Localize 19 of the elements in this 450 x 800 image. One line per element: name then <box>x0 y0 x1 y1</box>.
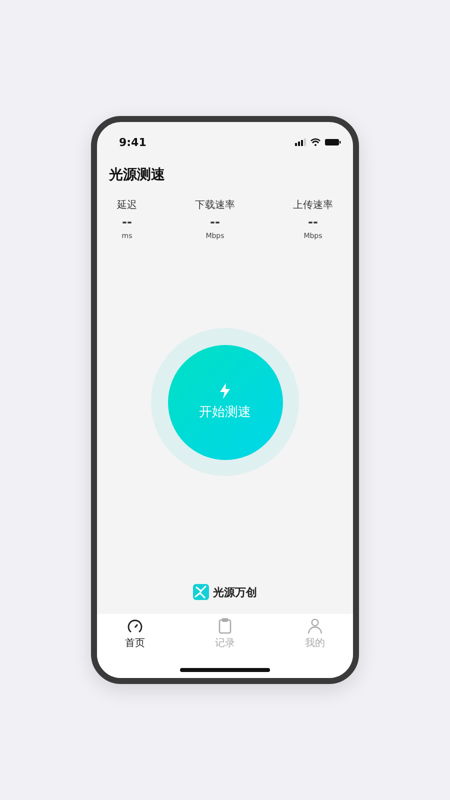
clipboard-icon <box>218 618 232 634</box>
app-title: 光源测速 <box>109 166 166 184</box>
brand-name: 光源万创 <box>213 584 257 600</box>
stat-label: 下载速率 <box>195 198 235 212</box>
start-test-button[interactable]: 开始测速 <box>168 344 282 460</box>
person-icon <box>307 618 323 634</box>
stat-value: -- <box>308 215 318 229</box>
status-time: 9:41 <box>119 136 146 148</box>
logo-icon <box>193 584 209 600</box>
speedometer-icon <box>127 618 143 634</box>
tab-item[interactable]: 我的 <box>305 618 325 650</box>
status-icons <box>295 138 341 146</box>
tab-item[interactable]: 首页 <box>125 618 145 650</box>
stat-label: 上传速率 <box>293 198 333 212</box>
stat-value: -- <box>122 215 132 229</box>
lightning-icon <box>220 383 230 399</box>
tab-item[interactable]: 记录 <box>215 618 235 650</box>
stat-value: -- <box>210 215 220 229</box>
stat-label: 延迟 <box>117 199 137 212</box>
